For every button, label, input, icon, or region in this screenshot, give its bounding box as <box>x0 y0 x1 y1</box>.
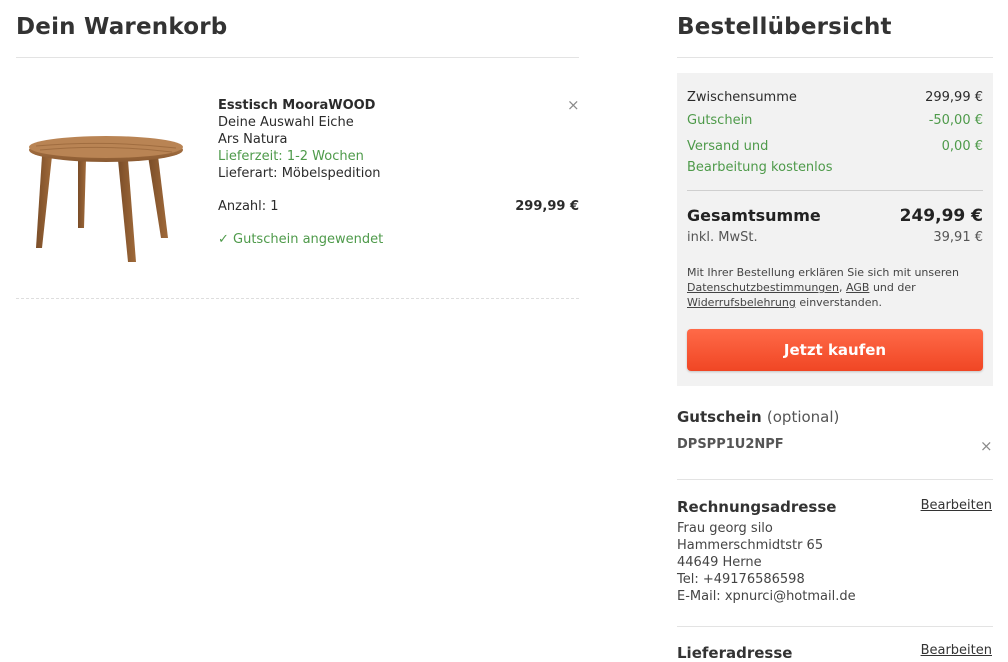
order-summary-box: Zwischensumme 299,99 € Gutschein -50,00 … <box>677 73 993 386</box>
legal-and: und der <box>872 281 916 294</box>
billing-address: Frau georg silo Hammerschmidtstr 65 4464… <box>677 520 856 605</box>
voucher-optional: (optional) <box>766 408 840 426</box>
billing-street: Hammerschmidtstr 65 <box>677 538 824 553</box>
shipping-value: 0,00 € <box>941 139 983 154</box>
product-name[interactable]: Esstisch MooraWOOD <box>218 97 375 114</box>
product-image[interactable] <box>16 98 192 276</box>
billing-phone: Tel: +49176586598 <box>677 572 805 587</box>
shipping-row: Versand und Bearbeitung kostenlos 0,00 € <box>687 136 983 178</box>
shipping-label-line2: Bearbeitung kostenlos <box>687 160 833 175</box>
cart-title-divider <box>16 57 579 58</box>
item-price: 299,99 € <box>515 199 579 214</box>
shipping-label-line1: Versand und <box>687 139 769 154</box>
vat-label: inkl. MwSt. <box>687 230 758 245</box>
billing-title: Rechnungsadresse <box>677 498 837 516</box>
product-variant: Deine Auswahl Eiche <box>218 115 354 130</box>
summary-title: Bestellübersicht <box>677 14 892 40</box>
subtotal-value: 299,99 € <box>925 90 983 105</box>
summary-title-divider <box>677 57 993 58</box>
total-row: Gesamtsumme 249,99 € <box>687 206 983 226</box>
billing-divider <box>677 626 993 627</box>
voucher-title: Gutschein <box>677 408 762 426</box>
privacy-link[interactable]: Datenschutzbestimmungen <box>687 281 839 294</box>
withdrawal-link[interactable]: Widerrufsbelehrung <box>687 296 796 309</box>
quantity[interactable]: Anzahl: 1 <box>218 198 279 215</box>
delivery-time: Lieferzeit: 1-2 Wochen <box>218 149 364 164</box>
voucher-label: Gutschein <box>687 113 753 128</box>
summary-divider <box>687 190 983 191</box>
voucher-section-title: Gutschein (optional) <box>677 408 839 426</box>
voucher-value: -50,00 € <box>928 113 983 128</box>
vat-row: inkl. MwSt. 39,91 € <box>687 230 983 245</box>
voucher-code: DPSPP1U2NPF <box>677 437 784 452</box>
total-label: Gesamtsumme <box>687 206 821 225</box>
total-value: 249,99 € <box>899 206 983 226</box>
voucher-divider <box>677 479 993 480</box>
legal-prefix: Mit Ihrer Bestellung erklären Sie sich m… <box>687 266 959 279</box>
buy-now-button[interactable]: Jetzt kaufen <box>687 329 983 371</box>
cart-title: Dein Warenkorb <box>16 14 228 40</box>
billing-name: Frau georg silo <box>677 521 773 536</box>
remove-item-icon[interactable]: × <box>567 96 580 114</box>
vat-value: 39,91 € <box>933 230 983 245</box>
agb-link[interactable]: AGB <box>846 281 869 294</box>
billing-edit-link[interactable]: Bearbeiten <box>921 498 992 513</box>
billing-city: 44649 Herne <box>677 555 762 570</box>
voucher-applied-note: ✓ Gutschein angewendet <box>218 232 384 247</box>
delivery-type: Lieferart: Möbelspedition <box>218 166 381 181</box>
cart-item-divider <box>16 298 579 299</box>
legal-suffix: einverstanden. <box>799 296 882 309</box>
product-brand: Ars Natura <box>218 132 288 147</box>
voucher-row: Gutschein -50,00 € <box>687 113 983 128</box>
remove-voucher-icon[interactable]: × <box>980 437 993 455</box>
billing-email: E-Mail: xpnurci@hotmail.de <box>677 589 856 604</box>
subtotal-label: Zwischensumme <box>687 90 797 105</box>
shipping-address-title: Lieferadresse <box>677 644 793 662</box>
subtotal-row: Zwischensumme 299,99 € <box>687 90 983 105</box>
legal-notice: Mit Ihrer Bestellung erklären Sie sich m… <box>687 266 959 309</box>
